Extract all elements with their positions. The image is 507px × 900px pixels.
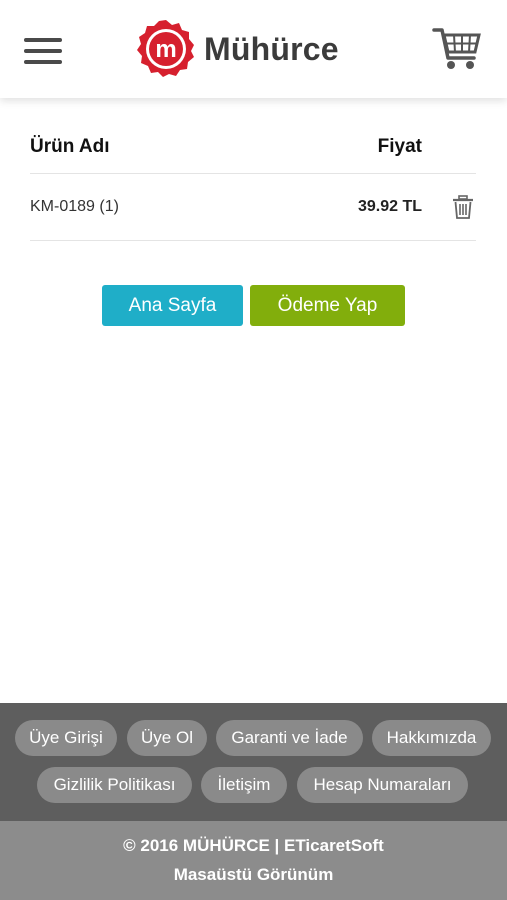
cart-table: Ürün Adı Fiyat KM-0189 (1) 39.92 TL [30,120,476,241]
copyright-text: © 2016 MÜHÜRCE | ETicaretSoft [123,836,384,855]
footer-link-login[interactable]: Üye Girişi [15,720,117,756]
svg-text:m: m [155,36,176,63]
footer-bottom: © 2016 MÜHÜRCE | ETicaretSoft Masaüstü G… [0,821,507,900]
column-header-product-name: Ürün Adı [30,135,110,157]
product-price-cell: 39.92 TL [357,198,422,215]
brand-logo[interactable]: m Mühürce [136,18,339,80]
home-button[interactable]: Ana Sayfa [102,285,243,326]
hamburger-menu-icon[interactable] [24,38,62,66]
shopping-cart-icon[interactable] [432,24,482,72]
footer-link-contact[interactable]: İletişim [201,767,287,803]
footer-link-privacy[interactable]: Gizlilik Politikası [37,767,192,803]
desktop-view-link[interactable]: Masaüstü Görünüm [0,865,507,885]
column-header-price: Fiyat [377,135,422,157]
checkout-button[interactable]: Ödeme Yap [250,285,405,326]
footer-links: Üye Girişi Üye Ol Garanti ve İade Hakkım… [0,703,507,821]
footer-link-about[interactable]: Hakkımızda [372,720,491,756]
cart-actions: Ana Sayfa Ödeme Yap [0,285,507,326]
footer-link-bank-accounts[interactable]: Hesap Numaraları [297,767,468,803]
footer-link-register[interactable]: Üye Ol [127,720,207,756]
cart-table-header: Ürün Adı Fiyat [30,120,476,174]
trash-icon[interactable] [452,195,474,219]
brand-name: Mühürce [204,30,339,67]
footer-link-warranty-return[interactable]: Garanti ve İade [216,720,363,756]
seal-logo-icon: m [137,20,194,77]
product-name-cell: KM-0189 (1) [30,198,119,215]
table-row: KM-0189 (1) 39.92 TL [30,174,476,241]
app-header: m Mühürce [0,0,507,98]
